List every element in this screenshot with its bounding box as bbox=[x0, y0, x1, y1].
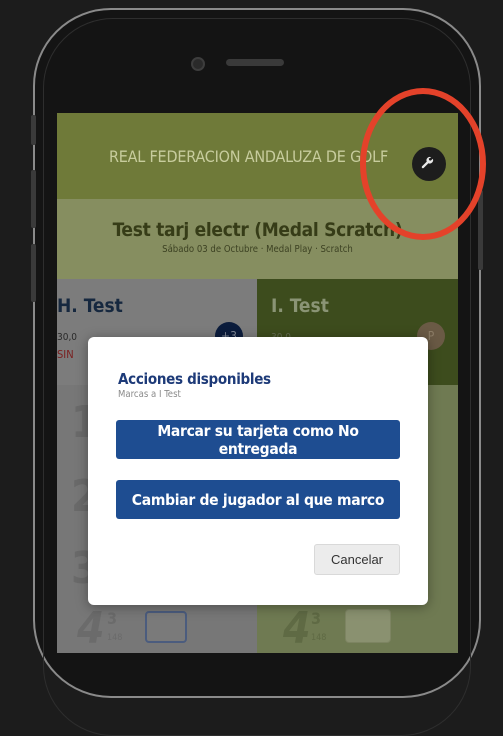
hole-index: 3 bbox=[311, 609, 322, 628]
phone-side-button bbox=[31, 115, 36, 145]
dialog-title: Acciones disponibles bbox=[118, 370, 271, 388]
phone-side-button bbox=[31, 170, 36, 228]
phone-side-button bbox=[478, 190, 483, 270]
event-subtitle: Sábado 03 de Octubre · Medal Play · Scra… bbox=[162, 244, 353, 255]
front-camera bbox=[191, 57, 205, 71]
phone-side-button bbox=[31, 244, 36, 302]
score-input[interactable] bbox=[145, 611, 187, 643]
header-title: REAL FEDERACION ANDALUZA DE GOLF bbox=[108, 146, 389, 166]
player-handicap: 30,0 bbox=[57, 332, 78, 343]
player-name: H. Test bbox=[57, 295, 123, 317]
change-player-button[interactable]: Cambiar de jugador al que marco bbox=[116, 480, 400, 519]
dialog-subtitle: Marcas a I Test bbox=[118, 389, 181, 400]
cancel-button[interactable]: Cancelar bbox=[314, 544, 400, 575]
player-name: I. Test bbox=[271, 295, 329, 317]
mark-not-delivered-button[interactable]: Marcar su tarjeta como No entregada bbox=[116, 420, 400, 459]
score-input[interactable] bbox=[345, 609, 391, 643]
earpiece-speaker bbox=[226, 59, 284, 66]
hole-meters: 148 bbox=[311, 633, 327, 643]
player-status: SIN bbox=[57, 348, 74, 361]
hole-index: 3 bbox=[107, 609, 118, 628]
hole-par: 4 bbox=[283, 603, 311, 653]
annotation-circle bbox=[360, 88, 486, 240]
actions-dialog: Acciones disponibles Marcas a I Test Mar… bbox=[88, 337, 428, 605]
hole-meters: 148 bbox=[107, 633, 123, 643]
hole-par: 4 bbox=[77, 603, 105, 653]
